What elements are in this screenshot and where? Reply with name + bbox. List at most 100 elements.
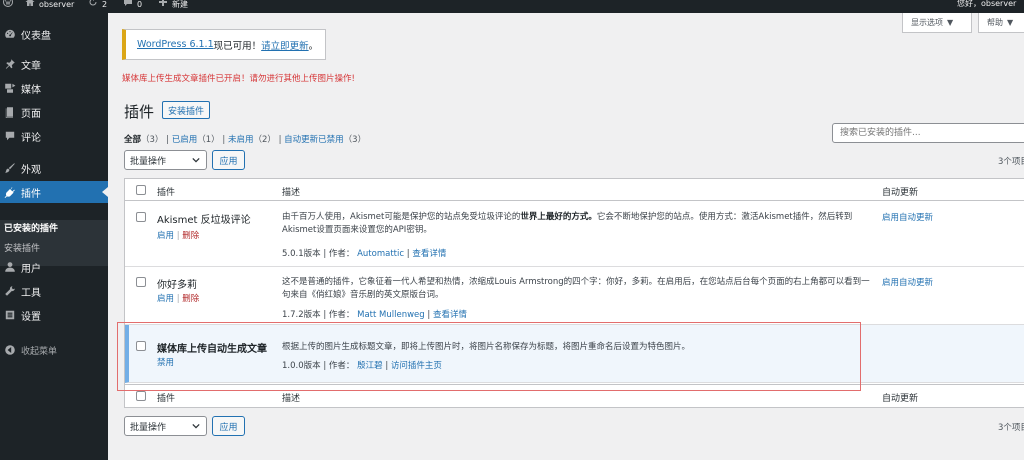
- menu-label: 插件: [21, 188, 41, 200]
- menu-label: 外观: [21, 164, 41, 176]
- plugin-status-filters: 全部（3） | 已启用（1） | 未启用（2） | 自动更新已禁用（3）: [124, 133, 366, 145]
- plugin-warning-message: 媒体库上传生成文章插件已开启！请勿进行其他上传图片操作!: [122, 74, 355, 84]
- filter-separator: |: [278, 135, 282, 145]
- comments-link[interactable]: 0: [123, 0, 142, 11]
- screen-options-button[interactable]: 显示选项 ▼: [902, 13, 972, 33]
- filter-all-count: （3）: [141, 135, 164, 145]
- column-description: 描述: [282, 394, 301, 404]
- bulk-actions-select-top[interactable]: 批量操作: [124, 150, 207, 170]
- column-plugin[interactable]: 插件: [157, 391, 175, 404]
- plugin-meta: 1.7.2版本 | 作者： Matt Mullenweg | 查看详情: [282, 308, 467, 320]
- apply-button-bottom[interactable]: 应用: [212, 416, 245, 436]
- updates-count: 2: [102, 0, 108, 9]
- collapse-arrow-icon: [3, 344, 17, 356]
- view-details-link[interactable]: 查看详情: [412, 249, 446, 259]
- menu-label: 用户: [21, 263, 41, 275]
- menu-item-appearance[interactable]: 外观: [0, 157, 108, 179]
- desc-text: 由千百万人使用，Akismet可能是保护您的站点免受垃圾评论的: [282, 212, 521, 222]
- menu-item-pages[interactable]: 页面: [0, 101, 108, 123]
- updates-link[interactable]: 2: [88, 0, 107, 11]
- menu-label: 媒体: [21, 84, 41, 96]
- select-all-checkbox[interactable]: [136, 391, 146, 401]
- submenu-add-plugin[interactable]: 安装插件: [4, 241, 40, 254]
- author-link[interactable]: Automattic: [357, 249, 404, 259]
- menu-label: 设置: [21, 311, 41, 323]
- settings-icon: [3, 308, 17, 322]
- filter-inactive-count: （2）: [253, 135, 276, 145]
- collapse-menu-button[interactable]: 收起菜单: [0, 339, 108, 361]
- media-icon: [3, 81, 17, 95]
- notice-end: 。: [308, 40, 319, 52]
- filter-all[interactable]: 全部: [124, 135, 141, 145]
- action-separator: |: [176, 294, 180, 304]
- wordpress-logo-icon[interactable]: [3, 0, 13, 7]
- delete-link[interactable]: 删除: [182, 294, 199, 304]
- version-text: 1.7.2版本 | 作者：: [282, 310, 355, 320]
- activate-link[interactable]: 启用: [157, 231, 174, 241]
- version-text: 5.0.1版本 | 作者：: [282, 249, 355, 259]
- admin-sidebar: 仪表盘 文章 媒体 页面 评论 外观 插件 已安装的插件 安装插件 用户 工具 …: [0, 13, 108, 460]
- filter-auto-update-disabled[interactable]: 自动更新已禁用: [284, 135, 344, 145]
- menu-item-plugins[interactable]: 插件: [0, 181, 108, 203]
- comment-icon: [3, 129, 17, 143]
- plus-icon: [158, 0, 168, 11]
- menu-item-media[interactable]: 媒体: [0, 77, 108, 99]
- plugin-name: Akismet 反垃圾评论: [157, 215, 251, 226]
- menu-label: 文章: [21, 60, 41, 72]
- dashboard-icon: [3, 27, 17, 41]
- table-header: 插件 描述 自动更新: [125, 179, 1024, 201]
- plugin-search-input[interactable]: [832, 123, 1024, 143]
- menu-item-posts[interactable]: 文章: [0, 53, 108, 75]
- menu-item-settings[interactable]: 设置: [0, 304, 108, 326]
- menu-item-dashboard[interactable]: 仪表盘: [0, 23, 108, 45]
- screen-options-label: 显示选项: [911, 18, 943, 27]
- plugin-description: 由千百万人使用，Akismet可能是保护您的站点免受垃圾评论的世界上最好的方式。…: [282, 211, 872, 237]
- desc-bold: 世界上最好的方式。: [520, 212, 597, 222]
- author-link[interactable]: Matt Mullenweg: [357, 310, 425, 320]
- update-now-link[interactable]: 请立即更新: [261, 38, 309, 52]
- page-icon: [3, 105, 17, 119]
- row-checkbox[interactable]: [136, 277, 146, 287]
- add-plugin-button[interactable]: 安装插件: [162, 101, 211, 119]
- select-all-checkbox[interactable]: [136, 185, 146, 195]
- delete-link[interactable]: 删除: [182, 231, 199, 241]
- filter-separator: |: [222, 135, 226, 145]
- column-auto-update: 自动更新: [882, 188, 919, 198]
- account-menu[interactable]: 您好，observer: [957, 0, 1016, 10]
- enable-auto-update-link[interactable]: 启用自动更新: [882, 211, 933, 223]
- action-separator: |: [176, 231, 180, 241]
- submenu-installed-plugins[interactable]: 已安装的插件: [4, 221, 58, 234]
- help-button[interactable]: 帮助 ▼: [978, 13, 1024, 33]
- enable-auto-update-link[interactable]: 启用自动更新: [882, 276, 933, 288]
- bulk-actions-label: 批量操作: [130, 156, 167, 167]
- collapse-menu-label: 收起菜单: [21, 346, 58, 357]
- wordpress-version-link[interactable]: WordPress 6.1.1: [137, 39, 214, 50]
- menu-label: 仪表盘: [21, 30, 51, 42]
- menu-item-tools[interactable]: 工具: [0, 280, 108, 302]
- apply-button-top[interactable]: 应用: [212, 150, 245, 170]
- pin-icon: [3, 57, 17, 71]
- plugin-name: 你好多莉: [157, 280, 197, 291]
- activate-link[interactable]: 启用: [157, 294, 174, 304]
- filter-separator: |: [166, 135, 170, 145]
- row-checkbox[interactable]: [136, 212, 146, 222]
- menu-item-comments[interactable]: 评论: [0, 125, 108, 147]
- refresh-icon: [88, 0, 98, 11]
- view-details-link[interactable]: 查看详情: [433, 310, 467, 320]
- filter-active-count: （1）: [197, 135, 220, 145]
- filter-inactive[interactable]: 未启用: [228, 135, 254, 145]
- meta-separator: |: [406, 249, 410, 259]
- plugin-icon: [3, 185, 17, 199]
- site-name-link[interactable]: observer: [25, 0, 74, 11]
- wrench-icon: [3, 284, 17, 298]
- user-icon: [3, 260, 17, 274]
- menu-item-users[interactable]: 用户: [0, 256, 108, 278]
- new-content-link[interactable]: 新建: [158, 0, 188, 11]
- column-plugin[interactable]: 插件: [157, 185, 175, 198]
- bulk-actions-select-bottom[interactable]: 批量操作: [124, 416, 207, 436]
- table-row: 你好多莉 启用 | 删除 这不是普通的插件，它象征着一代人希望和热情，浓缩成Lo…: [125, 267, 1024, 325]
- column-auto-update: 自动更新: [882, 394, 919, 404]
- filter-auto-update-count: （3）: [343, 135, 367, 145]
- plugin-meta: 5.0.1版本 | 作者： Automattic | 查看详情: [282, 247, 446, 259]
- filter-active[interactable]: 已启用: [172, 135, 198, 145]
